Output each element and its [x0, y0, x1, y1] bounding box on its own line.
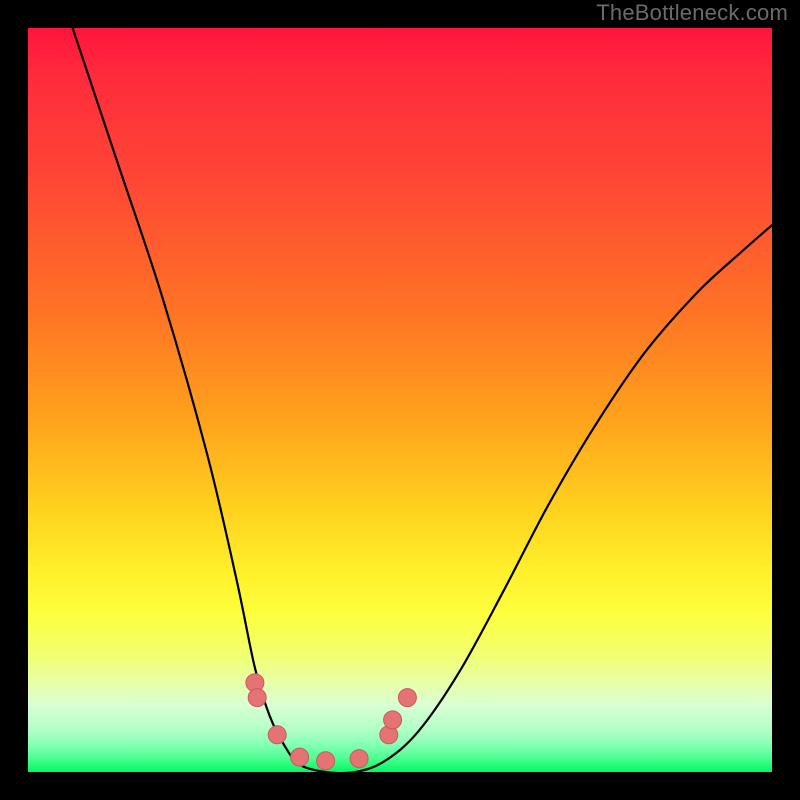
marker-dot — [317, 752, 335, 770]
marker-dot — [248, 689, 266, 707]
marker-dot — [384, 711, 402, 729]
marker-dot — [350, 750, 368, 768]
plot-area — [28, 28, 772, 772]
marker-dot — [398, 689, 416, 707]
chart-svg — [28, 28, 772, 772]
bottleneck-curve — [73, 28, 772, 773]
watermark-text: TheBottleneck.com — [596, 0, 788, 26]
marker-dot — [291, 748, 309, 766]
marker-dot — [268, 726, 286, 744]
chart-frame: TheBottleneck.com — [0, 0, 800, 800]
